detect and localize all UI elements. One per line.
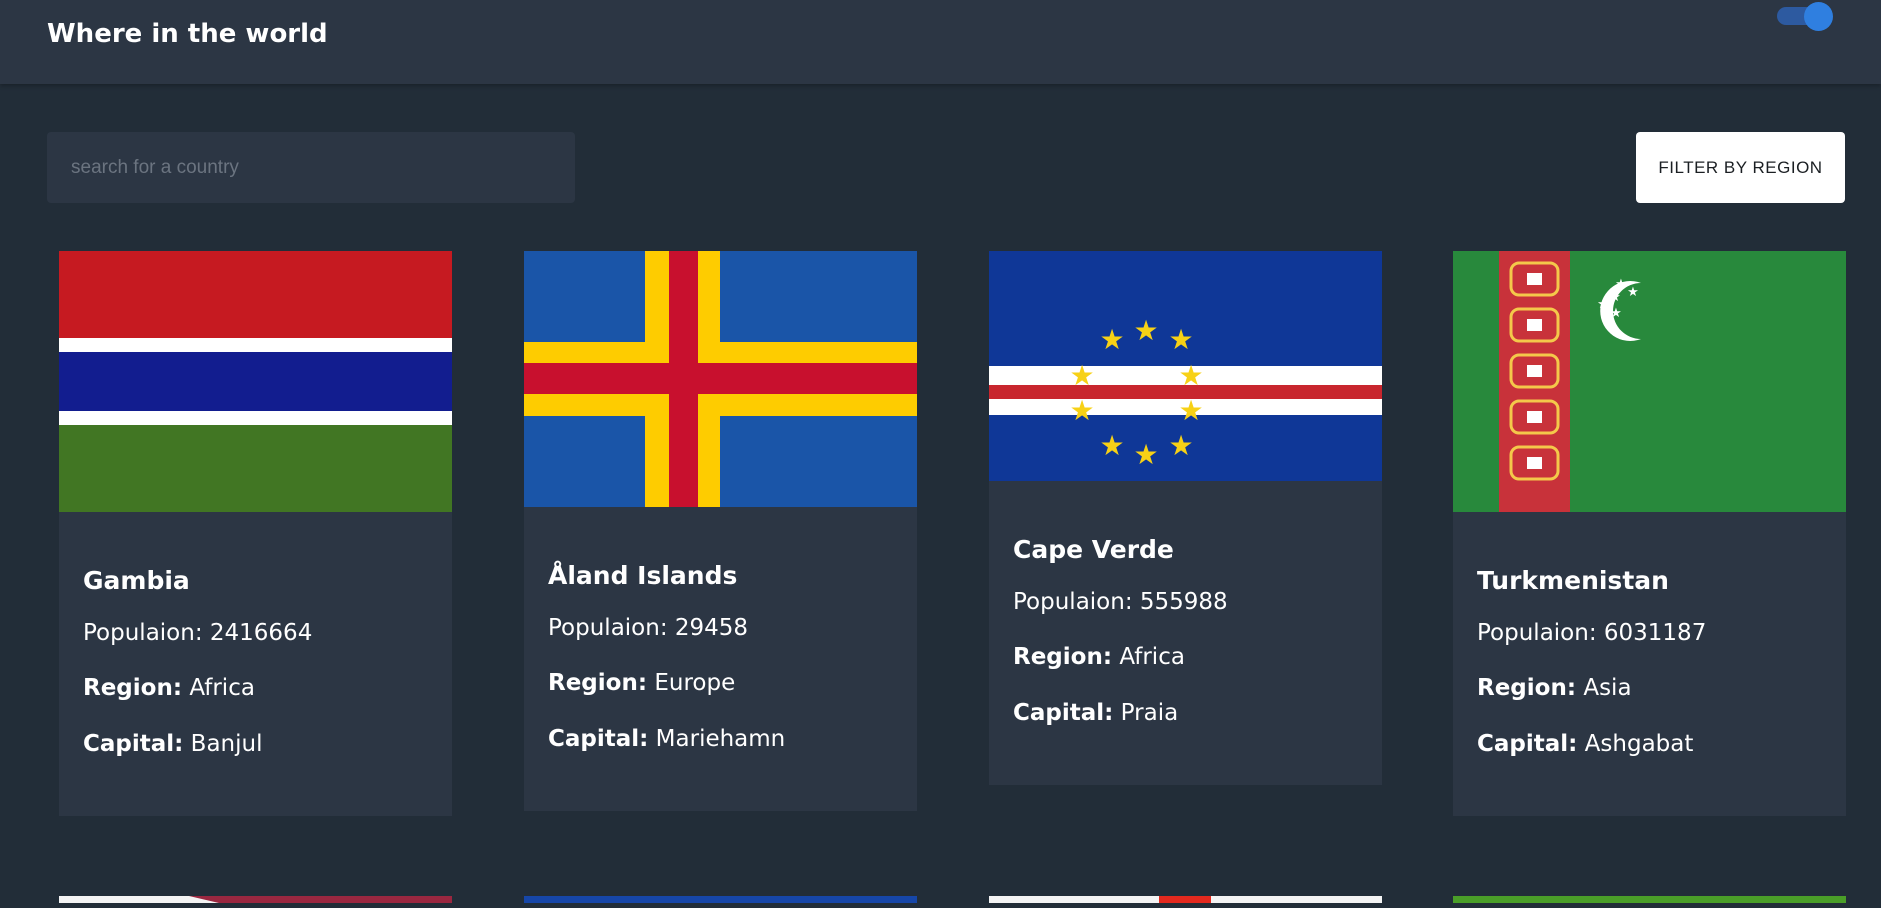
app-header: Where in the world — [0, 0, 1881, 84]
region-label: Region: — [548, 670, 648, 696]
population-value: 2416664 — [209, 620, 313, 646]
region-row: Region: Africa — [83, 673, 436, 703]
region-value: Asia — [1583, 675, 1632, 701]
capital-value: Ashgabat — [1584, 731, 1694, 757]
population-row: Populaion: 555988 — [1013, 587, 1366, 617]
population-row: Populaion: 6031187 — [1477, 618, 1830, 648]
toggle-knob — [1804, 2, 1833, 31]
flag-aland-islands — [524, 251, 917, 507]
flag-partial-3 — [989, 896, 1382, 903]
country-card-cape-verde[interactable]: ★ ★ ★ ★ ★ ★ ★ ★ ★ ★ Cape Verde Populaion… — [989, 251, 1382, 785]
svg-text:★: ★ — [1133, 314, 1158, 347]
flag-gambia — [59, 251, 452, 512]
flag-partial-4 — [1453, 896, 1846, 903]
capital-row: Capital: Ashgabat — [1477, 729, 1830, 759]
svg-text:★: ★ — [1609, 290, 1621, 305]
svg-text:★: ★ — [1069, 359, 1094, 392]
country-name: Cape Verde — [1013, 535, 1174, 564]
app-title: Where in the world — [47, 19, 328, 49]
region-label: Region: — [1013, 644, 1113, 670]
svg-text:★: ★ — [1627, 285, 1639, 300]
flag-cape-verde: ★ ★ ★ ★ ★ ★ ★ ★ ★ ★ — [989, 251, 1382, 481]
population-row: Populaion: 29458 — [548, 613, 901, 643]
capital-value: Banjul — [190, 731, 263, 757]
svg-text:★: ★ — [1168, 429, 1193, 462]
capital-row: Capital: Banjul — [83, 729, 436, 759]
region-label: Region: — [1477, 675, 1577, 701]
svg-text:★: ★ — [1178, 359, 1203, 392]
country-card-aland-islands[interactable]: Åland Islands Populaion: 29458 Region: E… — [524, 251, 917, 811]
svg-text:★: ★ — [1099, 429, 1124, 462]
country-card-next-4[interactable] — [1453, 888, 1846, 908]
region-value: Europe — [654, 670, 736, 696]
country-card-next-1[interactable] — [59, 888, 452, 908]
capital-value: Mariehamn — [655, 726, 786, 752]
filter-by-region-button[interactable]: FILTER BY REGION — [1636, 132, 1845, 203]
population-label: Populaion: — [1013, 589, 1133, 615]
country-name: Turkmenistan — [1477, 566, 1669, 595]
population-value: 29458 — [674, 615, 749, 641]
svg-text:★: ★ — [1168, 323, 1193, 356]
theme-toggle[interactable] — [1777, 2, 1833, 31]
svg-text:★: ★ — [1133, 438, 1158, 471]
capital-label: Capital: — [548, 726, 649, 752]
population-label: Populaion: — [83, 620, 203, 646]
region-value: Africa — [189, 675, 255, 701]
population-label: Populaion: — [1477, 620, 1597, 646]
population-row: Populaion: 2416664 — [83, 618, 436, 648]
region-row: Region: Asia — [1477, 673, 1830, 703]
capital-row: Capital: Praia — [1013, 698, 1366, 728]
country-card-turkmenistan[interactable]: ★ ★ ★ ★ ★ Turkmenistan Populaion: 603118… — [1453, 251, 1846, 816]
capital-label: Capital: — [1477, 731, 1578, 757]
country-card-next-2[interactable] — [524, 888, 917, 908]
capital-label: Capital: — [83, 731, 184, 757]
search-input[interactable] — [47, 132, 575, 203]
svg-text:★: ★ — [1178, 394, 1203, 427]
population-value: 6031187 — [1603, 620, 1707, 646]
region-row: Region: Africa — [1013, 642, 1366, 672]
population-label: Populaion: — [548, 615, 668, 641]
population-value: 555988 — [1139, 589, 1228, 615]
region-label: Region: — [83, 675, 183, 701]
svg-text:★: ★ — [1099, 323, 1124, 356]
svg-text:★: ★ — [1069, 394, 1094, 427]
svg-text:★: ★ — [1597, 297, 1609, 312]
country-name: Åland Islands — [548, 561, 738, 590]
flag-partial-2 — [524, 896, 917, 903]
region-row: Region: Europe — [548, 668, 901, 698]
country-card-next-3[interactable] — [989, 888, 1382, 908]
country-card-gambia[interactable]: Gambia Populaion: 2416664 Region: Africa… — [59, 251, 452, 816]
capital-value: Praia — [1120, 700, 1179, 726]
capital-row: Capital: Mariehamn — [548, 724, 901, 754]
country-name: Gambia — [83, 566, 190, 595]
region-value: Africa — [1119, 644, 1185, 670]
capital-label: Capital: — [1013, 700, 1114, 726]
svg-text:★: ★ — [1610, 306, 1622, 321]
flag-partial-1 — [59, 896, 452, 903]
flag-turkmenistan: ★ ★ ★ ★ ★ — [1453, 251, 1846, 512]
